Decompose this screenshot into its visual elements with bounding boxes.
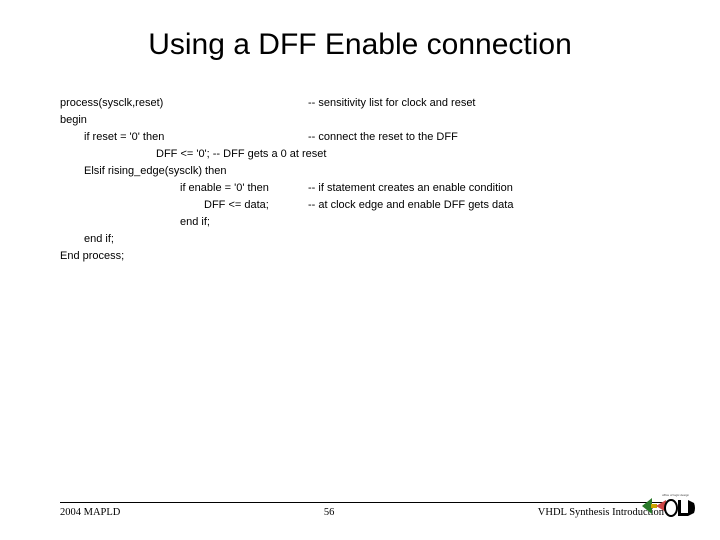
code-comment: -- at clock edge and enable DFF gets dat… (308, 197, 513, 214)
footer-divider (60, 502, 664, 503)
code-text: process(sysclk,reset) (60, 95, 308, 112)
code-text: End process; (60, 248, 124, 265)
old-logo-icon: office of logic design (640, 490, 696, 522)
code-text: if reset = '0' then (84, 129, 308, 146)
footer-left: 2004 MAPLD (60, 507, 120, 518)
code-comment: -- sensitivity list for clock and reset (308, 95, 476, 112)
code-text: DFF <= data; (204, 197, 308, 214)
code-text: end if; (84, 231, 114, 248)
svg-text:office of logic design: office of logic design (662, 493, 689, 497)
footer-page-number: 56 (324, 507, 335, 518)
code-text: end if; (180, 214, 210, 231)
code-comment: -- if statement creates an enable condit… (308, 180, 513, 197)
code-comment: -- connect the reset to the DFF (308, 129, 458, 146)
code-text: Elsif rising_edge(sysclk) then (84, 163, 226, 180)
code-text: begin (60, 112, 87, 129)
code-block: process(sysclk,reset) -- sensitivity lis… (60, 95, 513, 265)
footer: 2004 MAPLD 56 VHDL Synthesis Introductio… (60, 502, 688, 518)
code-text: if enable = '0' then (180, 180, 308, 197)
slide-title: Using a DFF Enable connection (0, 0, 720, 62)
code-text: DFF <= '0'; -- DFF gets a 0 at reset (156, 146, 326, 163)
